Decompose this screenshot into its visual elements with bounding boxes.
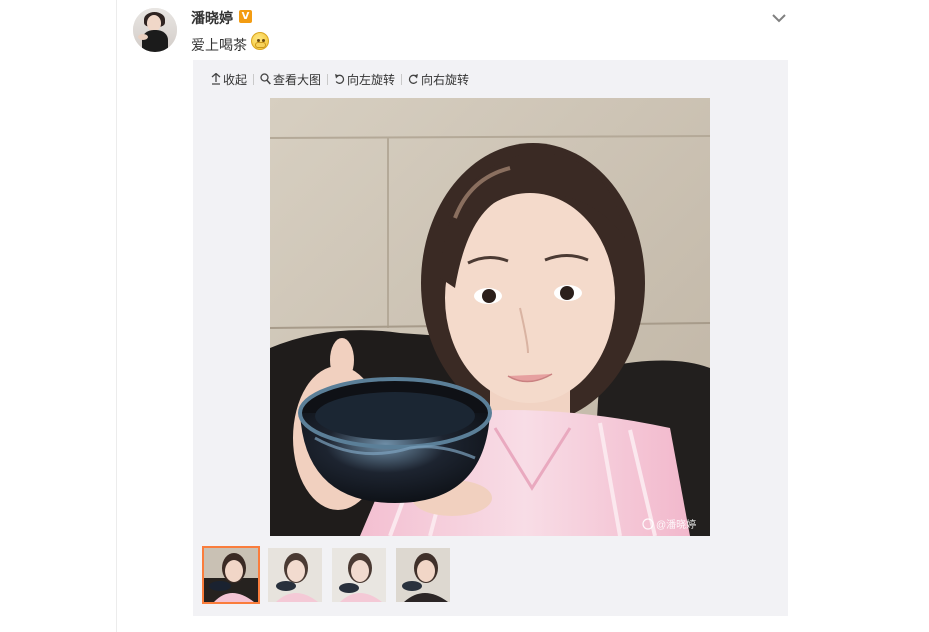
watermark-text: @潘晓婷 xyxy=(656,518,696,531)
toolbar-divider xyxy=(253,73,255,85)
view-large-button[interactable]: 查看大图 xyxy=(260,71,321,88)
media-toolbar: 收起 查看大图 向左旋转 向右旋转 xyxy=(211,71,469,87)
post-text: 爱上喝茶 xyxy=(191,38,247,54)
rotate-right-button[interactable]: 向右旋转 xyxy=(408,71,469,88)
rotate-left-icon xyxy=(335,74,345,84)
rotate-right-label: 向右旋转 xyxy=(421,72,470,87)
thumbnail-3[interactable] xyxy=(330,546,388,604)
thumbnail-2[interactable] xyxy=(266,546,324,604)
username[interactable]: 潘晓婷 xyxy=(191,8,233,28)
chevron-down-icon[interactable] xyxy=(770,10,788,24)
collapse-icon xyxy=(211,73,221,85)
praying-hands-emoji-icon xyxy=(251,32,269,50)
toolbar-divider xyxy=(401,73,403,85)
toolbar-divider xyxy=(327,73,329,85)
main-photo[interactable]: @潘晓婷 xyxy=(270,98,710,536)
rotate-left-label: 向左旋转 xyxy=(347,72,396,87)
collapse-button[interactable]: 收起 xyxy=(211,71,247,88)
view-large-label: 查看大图 xyxy=(273,72,322,87)
thumbnail-strip xyxy=(202,546,452,604)
rotate-right-icon xyxy=(408,74,419,84)
media-panel: 收起 查看大图 向左旋转 向右旋转 @潘晓婷 xyxy=(193,60,788,616)
avatar[interactable] xyxy=(133,8,177,52)
rotate-left-button[interactable]: 向左旋转 xyxy=(334,71,395,88)
search-icon xyxy=(260,73,271,85)
thumbnail-4[interactable] xyxy=(394,546,452,604)
feed-divider xyxy=(116,0,117,632)
thumbnail-1[interactable] xyxy=(202,546,260,604)
collapse-label: 收起 xyxy=(223,72,248,87)
verified-badge-icon: V xyxy=(239,10,252,23)
